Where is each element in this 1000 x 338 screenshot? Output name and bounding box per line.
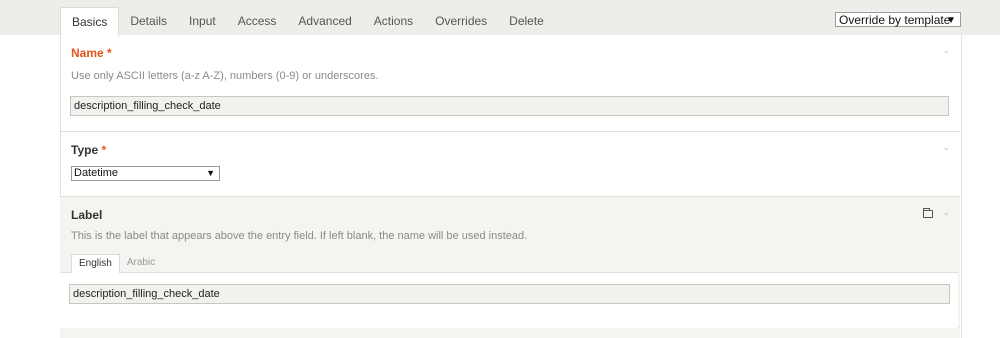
- chevron-down-icon[interactable]: ⌄: [942, 207, 950, 218]
- next-section: [60, 328, 960, 338]
- name-title: Name *: [71, 46, 112, 60]
- tab-bar: Basics Details Input Access Advanced Act…: [60, 7, 555, 36]
- required-mark: *: [107, 46, 112, 60]
- type-section: Type * ⌄ Datetime ▼: [60, 132, 960, 197]
- tab-delete[interactable]: Delete: [498, 7, 555, 35]
- override-select-value: Override by template: [839, 13, 951, 27]
- chevron-down-icon[interactable]: ⌄: [942, 45, 950, 56]
- tab-overrides[interactable]: Overrides: [424, 7, 498, 35]
- tab-english[interactable]: English: [71, 254, 120, 273]
- name-input[interactable]: description_filling_check_date: [70, 96, 949, 116]
- override-select[interactable]: Override by template ▼: [835, 12, 961, 27]
- required-mark: *: [101, 143, 107, 157]
- tab-advanced[interactable]: Advanced: [287, 7, 362, 35]
- tab-basics[interactable]: Basics: [60, 7, 120, 36]
- type-title-text: Type: [71, 143, 99, 157]
- type-title: Type *: [71, 143, 106, 157]
- chevron-down-icon[interactable]: ⌄: [942, 142, 950, 153]
- language-tabs: English Arabic: [71, 254, 162, 273]
- tab-input[interactable]: Input: [178, 7, 227, 35]
- tab-actions[interactable]: Actions: [363, 7, 424, 35]
- tab-access[interactable]: Access: [227, 7, 288, 35]
- dropdown-arrow-icon: ▼: [946, 15, 956, 26]
- name-help: Use only ASCII letters (a-z A-Z), number…: [71, 70, 379, 82]
- label-help: This is the label that appears above the…: [71, 230, 528, 242]
- type-select[interactable]: Datetime ▼: [71, 166, 220, 181]
- dropdown-arrow-icon: ▼: [206, 168, 215, 178]
- label-title: Label: [71, 208, 103, 222]
- name-title-text: Name: [71, 46, 104, 60]
- folder-icon[interactable]: [923, 208, 933, 218]
- tab-arabic[interactable]: Arabic: [120, 254, 162, 273]
- tab-details[interactable]: Details: [119, 7, 178, 35]
- label-input[interactable]: description_filling_check_date: [69, 284, 950, 304]
- type-select-value: Datetime: [74, 167, 119, 179]
- label-section: Label ⌄ This is the label that appears a…: [60, 197, 960, 328]
- name-section: Name * ⌄ Use only ASCII letters (a-z A-Z…: [60, 35, 960, 132]
